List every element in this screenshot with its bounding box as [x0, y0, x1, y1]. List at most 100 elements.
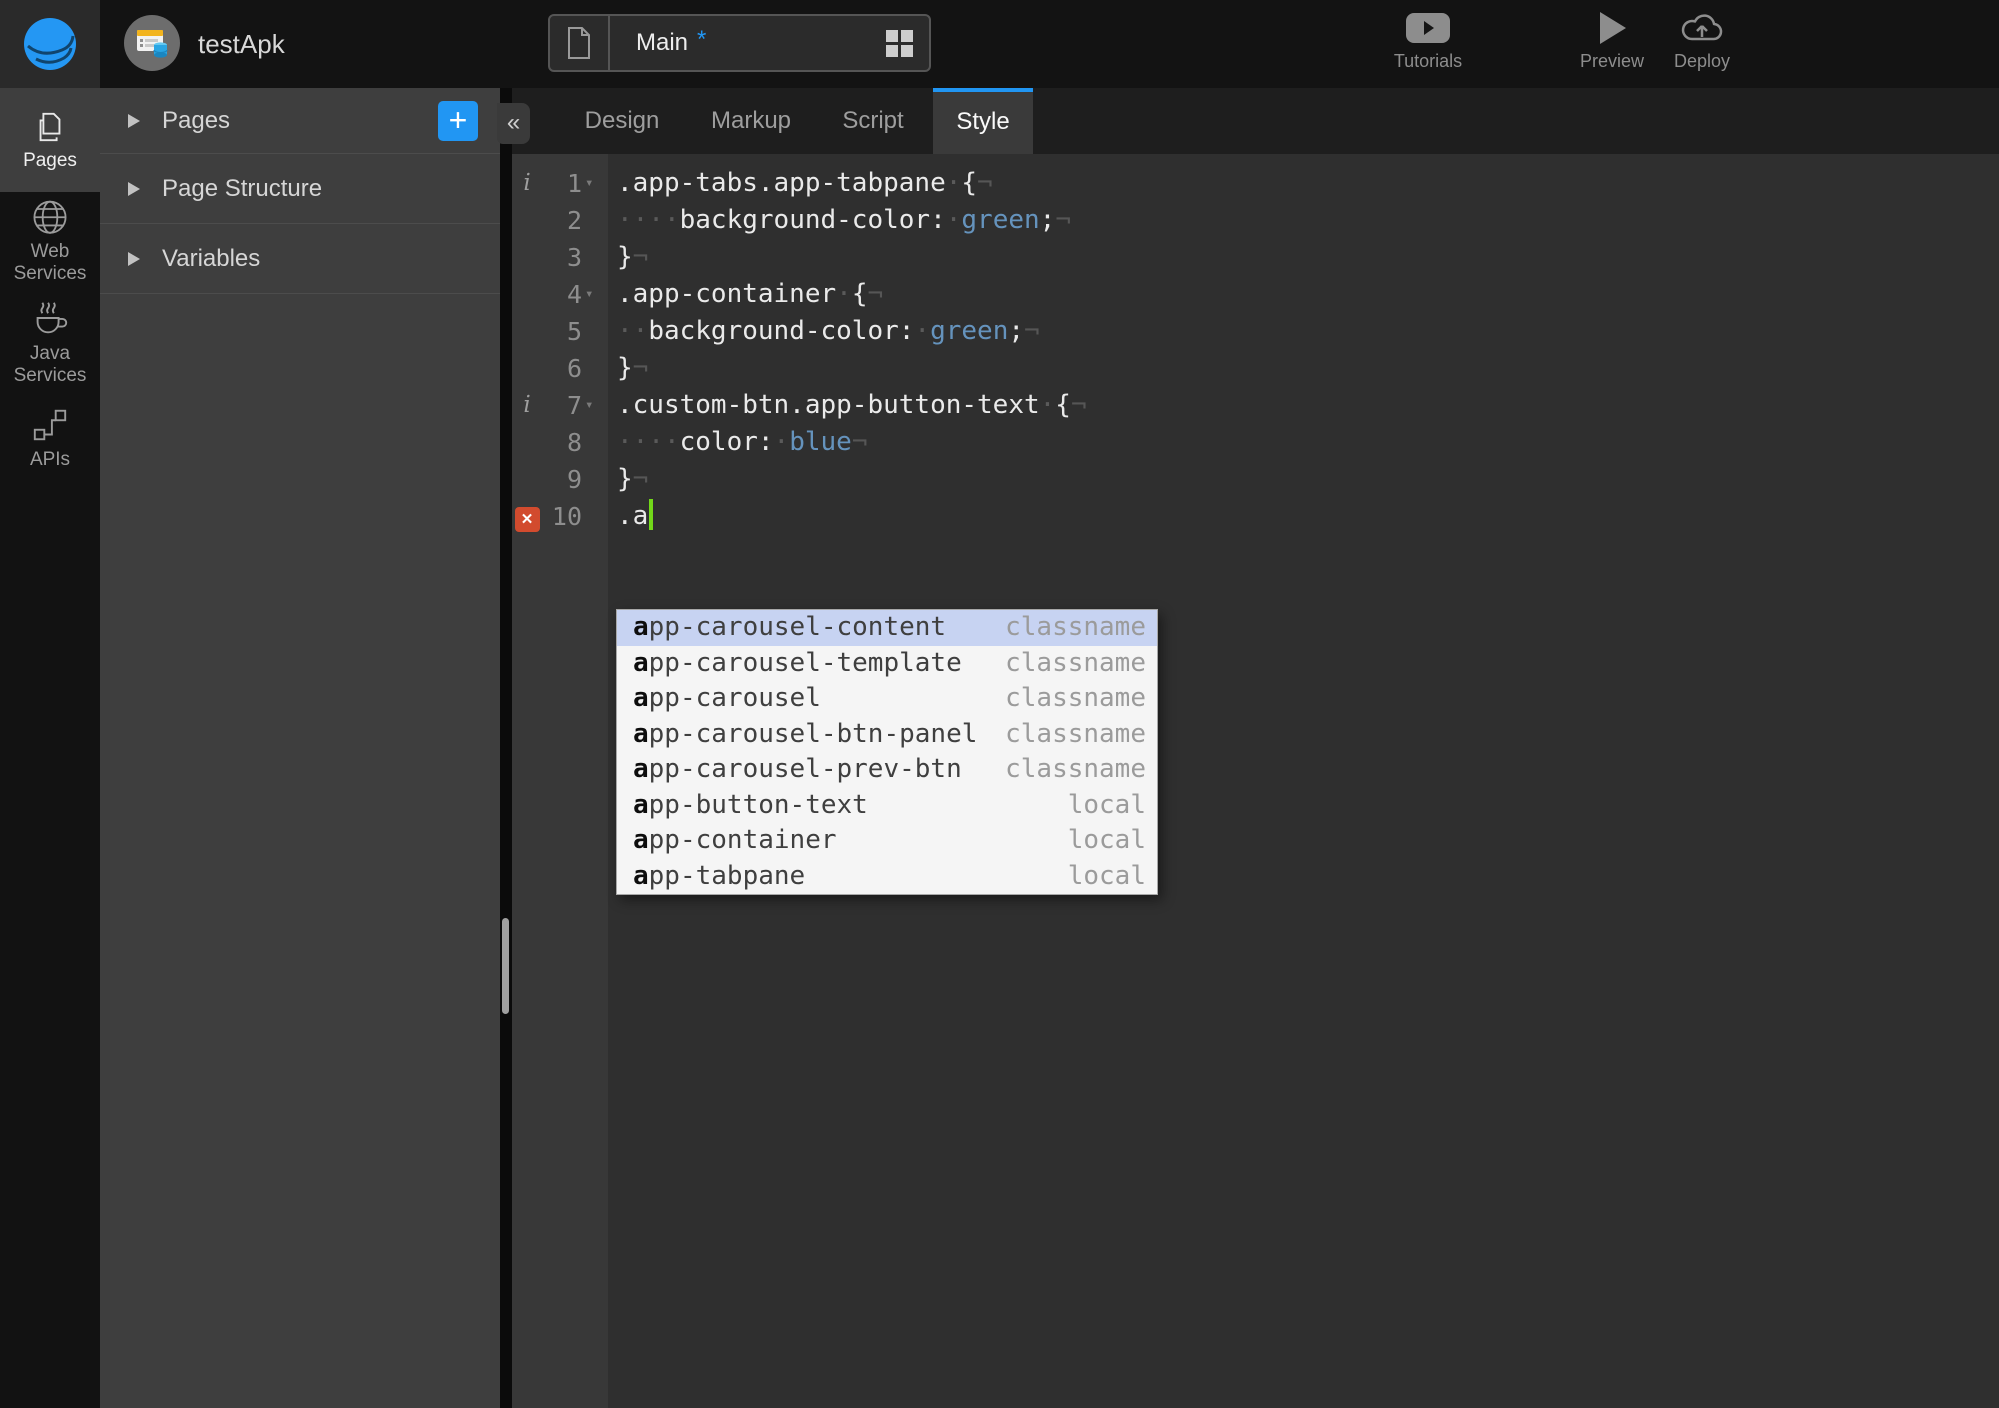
page-tab-label: Main — [636, 29, 689, 56]
code-line-4: 4 ▾ .app-container·{¬ — [512, 276, 1087, 313]
panel-section-variables-label: Variables — [162, 244, 261, 272]
code-text: .app-container·{¬ — [617, 279, 884, 309]
autocomplete-item-app-carousel-prev-btn[interactable]: app-carousel-prev-btn classname — [617, 752, 1157, 788]
text-cursor — [649, 499, 654, 530]
api-nodes-icon — [33, 409, 67, 441]
layout-grid-icon[interactable] — [886, 29, 913, 57]
panel-resize-divider[interactable] — [500, 88, 512, 1408]
code-text: .a — [611, 498, 654, 535]
code-line-2: 2 ····background-color:·green;¬ — [512, 202, 1087, 239]
code-line-1: i 1 ▾ .app-tabs.app-tabpane·{¬ — [512, 165, 1087, 202]
gutter-marker — [512, 202, 542, 239]
code-line-8: 8 ····color:·blue¬ — [512, 424, 1087, 461]
panel-section-page-structure-label: Page Structure — [162, 174, 323, 202]
line-number: 7 — [566, 391, 582, 420]
panel-scrollbar-thumb[interactable] — [502, 918, 509, 1014]
coffee-cup-icon — [36, 302, 68, 334]
tab-style[interactable]: Style — [933, 88, 1033, 154]
gutter-marker — [512, 239, 542, 276]
rail-item-pages[interactable]: Pages — [0, 88, 100, 192]
page-tab-main[interactable]: Main * — [548, 14, 931, 72]
error-icon[interactable]: ✕ — [514, 507, 540, 532]
code-line-3: 3 }¬ — [512, 239, 1087, 276]
autocomplete-item-app-carousel-btn-panel[interactable]: app-carousel-btn-panel classname — [617, 717, 1157, 753]
globe-icon — [33, 200, 67, 234]
info-icon[interactable]: i — [512, 387, 542, 424]
code-text: ··background-color:·green;¬ — [617, 316, 1040, 346]
gutter-marker — [512, 461, 542, 498]
suggestion-name: app-button-text — [633, 789, 868, 820]
rail-item-apis[interactable]: APIs — [0, 402, 100, 474]
line-number: 8 — [566, 428, 582, 457]
brand-logo-button[interactable] — [0, 0, 100, 88]
tab-markup[interactable]: Markup — [694, 88, 808, 154]
suggestion-name: app-carousel-content — [633, 612, 947, 642]
tutorials-button[interactable]: Tutorials — [1366, 6, 1490, 72]
suggestion-type: classname — [1005, 754, 1146, 784]
line-number: 5 — [566, 317, 582, 346]
code-text: .app-tabs.app-tabpane·{¬ — [617, 168, 993, 198]
panel-section-pages[interactable]: Pages + — [100, 88, 500, 154]
line-number: 1 — [566, 169, 582, 198]
fold-caret-icon[interactable]: ▾ — [582, 387, 611, 424]
project-avatar[interactable] — [124, 15, 180, 71]
gutter-marker — [512, 424, 542, 461]
add-page-button[interactable]: + — [438, 100, 478, 141]
deploy-button[interactable]: Deploy — [1640, 6, 1764, 72]
suggestion-name: app-carousel — [633, 683, 821, 713]
suggestion-name: app-container — [633, 825, 837, 855]
cloud-upload-icon — [1678, 6, 1726, 50]
rail-label-java-services: Java Services — [13, 343, 87, 386]
panel-section-pages-label: Pages — [162, 106, 231, 134]
code-text: }¬ — [617, 353, 649, 383]
studio-app: testApk Main * Tutorials Preview Deploy … — [0, 0, 1999, 1408]
suggestion-name: app-carousel-template — [633, 647, 962, 678]
code-line-6: 6}¬ — [512, 350, 1087, 387]
page-file-icon — [550, 16, 610, 70]
autocomplete-item-app-tabpane[interactable]: app-tabpane local — [617, 859, 1157, 895]
code-text: ····color:·blue¬ — [617, 427, 868, 457]
panel-section-variables[interactable]: Variables — [100, 224, 500, 294]
gutter-marker — [512, 350, 542, 387]
tab-script[interactable]: Script — [820, 88, 926, 154]
autocomplete-item-app-carousel[interactable]: app-carousel classname — [617, 681, 1157, 717]
code-line-7: i 7 ▾ .custom-btn.app-button-text·{¬ — [512, 387, 1086, 424]
chevron-right-icon — [128, 181, 140, 196]
code-line-10: ✕ 10 .a — [512, 498, 1087, 535]
tutorials-label: Tutorials — [1393, 51, 1463, 71]
code-text: }¬ — [617, 242, 649, 272]
rail-item-java-services[interactable]: Java Services — [0, 296, 100, 388]
fold-caret-icon[interactable]: ▾ — [582, 276, 611, 313]
info-icon[interactable]: i — [512, 165, 542, 202]
tab-design[interactable]: Design — [566, 88, 678, 154]
code-lines: i 1 ▾ .app-tabs.app-tabpane·{¬ 2 ····backgrou… — [512, 165, 1087, 535]
style-code-editor[interactable]: i 1 ▾ .app-tabs.app-tabpane·{¬ 2 ····backgrou… — [512, 154, 1999, 1408]
collapse-panel-button[interactable]: « — [497, 103, 530, 144]
fold-caret-icon[interactable]: ▾ — [582, 165, 611, 202]
suggestion-type: local — [1067, 789, 1146, 820]
line-number: 3 — [566, 243, 582, 272]
autocomplete-item-app-button-text[interactable]: app-button-text local — [617, 788, 1157, 824]
pages-icon — [39, 112, 61, 142]
wave-logo-icon — [24, 18, 76, 70]
editor-tab-bar: Design Markup Script Style — [512, 88, 1999, 154]
suggestion-type: classname — [1005, 683, 1146, 713]
suggestion-type: classname — [1005, 647, 1146, 678]
autocomplete-item-app-carousel-template[interactable]: app-carousel-template classname — [617, 646, 1157, 682]
suggestion-type: classname — [1005, 718, 1146, 749]
line-number: 4 — [566, 280, 582, 309]
line-number: 10 — [551, 502, 582, 531]
code-line-5: 5 ··background-color:·green;¬ — [512, 313, 1087, 350]
rail-item-web-services[interactable]: Web Services — [0, 198, 100, 284]
autocomplete-item-app-carousel-content[interactable]: app-carousel-content classname — [617, 610, 1157, 646]
autocomplete-item-app-container[interactable]: app-container local — [617, 823, 1157, 859]
panel-section-page-structure[interactable]: Page Structure — [100, 154, 500, 224]
rail-label-web-services: Web Services — [13, 241, 87, 284]
rail-label-apis: APIs — [29, 448, 71, 470]
